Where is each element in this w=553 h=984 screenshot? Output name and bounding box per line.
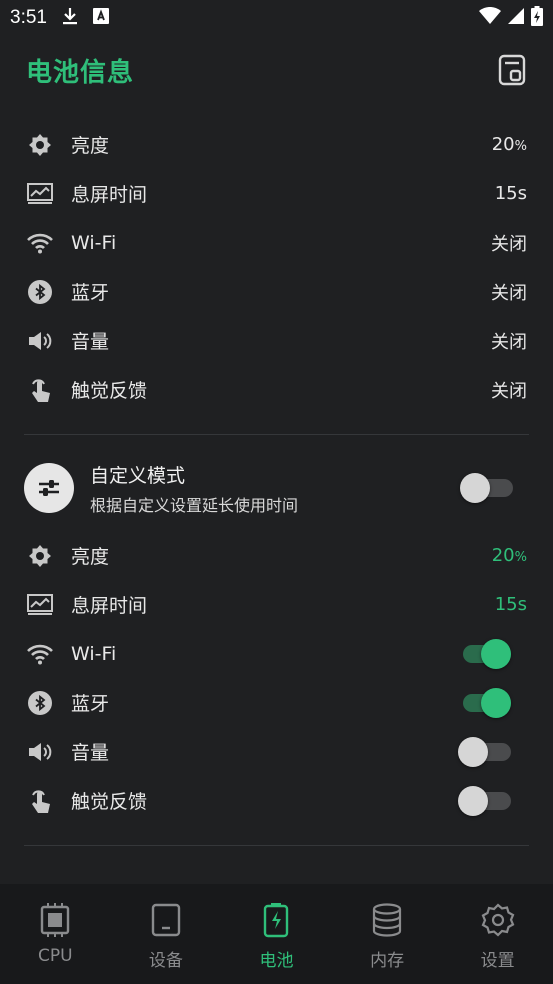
custom-row-brightness[interactable]: 亮度 20% (0, 531, 553, 580)
volume-icon (26, 327, 54, 355)
custom-row-volume: 音量 (0, 727, 553, 776)
setting-label: 音量 (71, 742, 110, 764)
divider (24, 845, 529, 846)
setting-value[interactable]: 20% (492, 545, 527, 566)
status-bar: 3:51 (0, 0, 553, 36)
custom-mode-toggle[interactable] (460, 472, 513, 504)
setting-label: Wi-Fi (71, 642, 117, 665)
setting-label: 触觉反馈 (71, 791, 148, 813)
setting-row-haptic: 触觉反馈 关闭 (0, 365, 553, 414)
nav-item-memory[interactable]: 内存 (332, 884, 443, 984)
nav-label: 设备 (148, 951, 183, 971)
status-time: 3:51 (10, 7, 47, 28)
setting-value: 关闭 (491, 282, 527, 304)
touch-icon (26, 376, 54, 404)
nav-item-cpu[interactable]: CPU (0, 884, 111, 984)
setting-label: 蓝牙 (71, 282, 110, 304)
custom-row-screen-timeout[interactable]: 息屏时间 15s (0, 580, 553, 629)
setting-row-volume: 音量 关闭 (0, 316, 553, 365)
setting-label: 触觉反馈 (71, 380, 148, 402)
screen-timeout-icon (26, 180, 54, 208)
setting-row-bluetooth: 蓝牙 关闭 (0, 267, 553, 316)
screen-timeout-icon (26, 591, 54, 619)
app-header: 电池信息 (0, 42, 553, 98)
haptic-toggle[interactable] (458, 785, 511, 817)
custom-row-wifi: Wi-Fi (0, 629, 553, 678)
custom-row-bluetooth: 蓝牙 (0, 678, 553, 727)
setting-label: 音量 (71, 331, 110, 353)
battery-status-icon (531, 6, 543, 30)
widget-icon[interactable] (497, 53, 527, 87)
bluetooth-icon (26, 278, 54, 306)
memory-icon (369, 902, 405, 938)
toggle-thumb (460, 473, 490, 503)
wifi-icon (26, 229, 54, 257)
nav-item-battery[interactable]: 电池 (221, 884, 332, 984)
nav-label: CPU (38, 946, 73, 966)
toggle-thumb (458, 736, 488, 767)
page-title: 电池信息 (26, 57, 135, 88)
screen: 3:51 电池信息 亮度 20% 息屏时间 15s Wi-Fi 关闭 蓝牙 关闭… (0, 0, 553, 984)
battery-icon (258, 902, 294, 938)
bluetooth-toggle[interactable] (461, 687, 511, 719)
wifi-toggle[interactable] (461, 638, 511, 670)
setting-label: Wi-Fi (71, 231, 117, 254)
divider (24, 434, 529, 435)
setting-row-screen-timeout: 息屏时间 15s (0, 169, 553, 218)
custom-mode-title: 自定义模式 (90, 464, 186, 487)
toggle-thumb (481, 638, 511, 669)
toggle-thumb (481, 687, 511, 718)
bluetooth-icon (26, 689, 54, 717)
setting-value: 20% (491, 134, 527, 155)
setting-label: 息屏时间 (71, 595, 148, 617)
custom-mode-card[interactable]: 自定义模式 根据自定义设置延长使用时间 (0, 452, 553, 524)
nav-label: 内存 (370, 951, 405, 971)
setting-label: 蓝牙 (71, 693, 110, 715)
notification-icon (92, 8, 109, 28)
custom-mode-text: 自定义模式 根据自定义设置延长使用时间 (90, 461, 298, 516)
nav-item-settings[interactable]: 设置 (442, 884, 553, 984)
cpu-icon (37, 902, 73, 938)
nav-item-device[interactable]: 设备 (111, 884, 222, 984)
bottom-nav: CPU 设备 电池 内存 设置 (0, 884, 553, 984)
setting-value: 关闭 (491, 331, 527, 353)
volume-icon (26, 738, 54, 766)
sliders-icon (24, 463, 74, 513)
nav-label: 设置 (480, 951, 515, 971)
cell-signal-icon (507, 7, 525, 29)
touch-icon (26, 787, 54, 815)
setting-label: 亮度 (71, 546, 110, 568)
device-icon (148, 902, 184, 938)
custom-row-haptic: 触觉反馈 (0, 776, 553, 825)
brightness-icon (26, 131, 54, 159)
setting-row-wifi: Wi-Fi 关闭 (0, 218, 553, 267)
settings-icon (480, 902, 516, 938)
setting-value: 15s (494, 183, 527, 204)
custom-mode-subtitle: 根据自定义设置延长使用时间 (90, 495, 299, 515)
setting-value: 关闭 (491, 233, 527, 255)
setting-value: 关闭 (491, 380, 527, 402)
volume-toggle[interactable] (458, 736, 511, 768)
setting-row-brightness: 亮度 20% (0, 120, 553, 169)
download-icon (61, 6, 79, 30)
setting-label: 息屏时间 (71, 184, 148, 206)
setting-value[interactable]: 15s (495, 594, 527, 615)
wifi-icon (26, 640, 54, 668)
wifi-signal-icon (479, 6, 501, 29)
nav-label: 电池 (259, 951, 294, 971)
setting-label: 亮度 (71, 135, 110, 157)
brightness-icon (26, 542, 54, 570)
toggle-thumb (458, 785, 488, 816)
